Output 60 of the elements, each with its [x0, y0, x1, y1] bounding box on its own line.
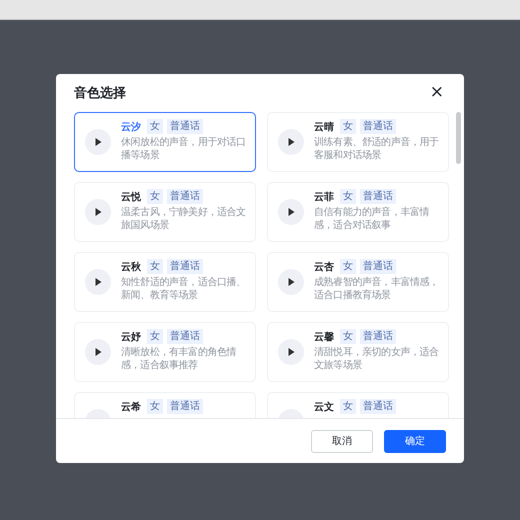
gender-tag: 女	[147, 399, 163, 414]
voice-name: 云馨	[314, 330, 334, 344]
voice-name: 云文	[314, 400, 334, 414]
language-tag: 普通话	[167, 329, 203, 344]
language-tag: 普通话	[167, 259, 203, 274]
gender-tag: 女	[147, 189, 163, 204]
play-icon[interactable]	[85, 199, 111, 225]
voice-card[interactable]: 云悦 女 普通话 温柔古风，宁静美好，适合文旅国风场景	[74, 182, 256, 242]
voice-name: 云希	[121, 400, 141, 414]
voice-description: 清晰放松，有丰富的角色情感，适合叙事推荐	[121, 346, 238, 372]
voice-name: 云秋	[121, 260, 141, 274]
gender-tag: 女	[340, 259, 356, 274]
confirm-button[interactable]: 确定	[384, 430, 446, 452]
voice-card[interactable]: 云菲 女 普通话 自信有能力的声音，丰富情感，适合对话叙事	[267, 182, 449, 242]
voice-card[interactable]: 云晴 女 普通话 训练有素、舒适的声音，用于客服和对话场景	[267, 112, 449, 172]
language-tag: 普通话	[167, 399, 203, 414]
play-icon[interactable]	[85, 129, 111, 155]
voice-name: 云杏	[314, 260, 334, 274]
voice-description: 休闲放松的声音，用于对话口播等场景	[121, 136, 247, 162]
voice-card[interactable]: 云秋 女 普通话 知性舒适的声音，适合口播、新闻、教育等场景	[74, 252, 256, 312]
voice-card[interactable]: 云妤 女 普通话 清晰放松，有丰富的角色情感，适合叙事推荐	[74, 322, 256, 382]
scrollbar[interactable]	[456, 112, 461, 164]
language-tag: 普通话	[360, 399, 396, 414]
play-icon[interactable]	[85, 339, 111, 365]
dialog-title: 音色选择	[74, 84, 126, 102]
voice-name: 云妤	[121, 330, 141, 344]
gender-tag: 女	[147, 259, 163, 274]
play-icon[interactable]	[278, 269, 304, 295]
gender-tag: 女	[147, 119, 163, 134]
voice-description: 成熟睿智的声音，丰富情感，适合口播教育场景	[314, 276, 440, 302]
play-icon[interactable]	[278, 339, 304, 365]
voice-card[interactable]: 云杏 女 普通话 成熟睿智的声音，丰富情感，适合口播教育场景	[267, 252, 449, 312]
voice-name: 云汐	[121, 120, 141, 134]
language-tag: 普通话	[167, 189, 203, 204]
voice-name: 云菲	[314, 190, 334, 204]
gender-tag: 女	[340, 399, 356, 414]
voice-card[interactable]: 云汐 女 普通话 休闲放松的声音，用于对话口播等场景	[74, 112, 256, 172]
play-icon[interactable]	[278, 199, 304, 225]
language-tag: 普通话	[360, 329, 396, 344]
voice-description: 清甜悦耳，亲切的女声，适合文旅等场景	[314, 346, 440, 372]
gender-tag: 女	[147, 329, 163, 344]
voice-description: 温柔古风，宁静美好，适合文旅国风场景	[121, 206, 247, 232]
language-tag: 普通话	[360, 119, 396, 134]
play-icon[interactable]	[278, 129, 304, 155]
gender-tag: 女	[340, 329, 356, 344]
language-tag: 普通话	[167, 119, 203, 134]
voice-card[interactable]: 云希 女 普通话	[74, 392, 256, 418]
language-tag: 普通话	[360, 189, 396, 204]
voice-card[interactable]: 云馨 女 普通话 清甜悦耳，亲切的女声，适合文旅等场景	[267, 322, 449, 382]
voice-name: 云悦	[121, 190, 141, 204]
voice-name: 云晴	[314, 120, 334, 134]
voice-description: 知性舒适的声音，适合口播、新闻、教育等场景	[121, 276, 247, 302]
close-button[interactable]: ×	[428, 84, 446, 101]
voice-description: 自信有能力的声音，丰富情感，适合对话叙事	[314, 206, 430, 232]
cancel-button[interactable]: 取消	[311, 430, 373, 452]
language-tag: 普通话	[360, 259, 396, 274]
play-icon[interactable]	[85, 269, 111, 295]
gender-tag: 女	[340, 189, 356, 204]
gender-tag: 女	[340, 119, 356, 134]
voice-description: 训练有素、舒适的声音，用于客服和对话场景	[314, 136, 440, 162]
